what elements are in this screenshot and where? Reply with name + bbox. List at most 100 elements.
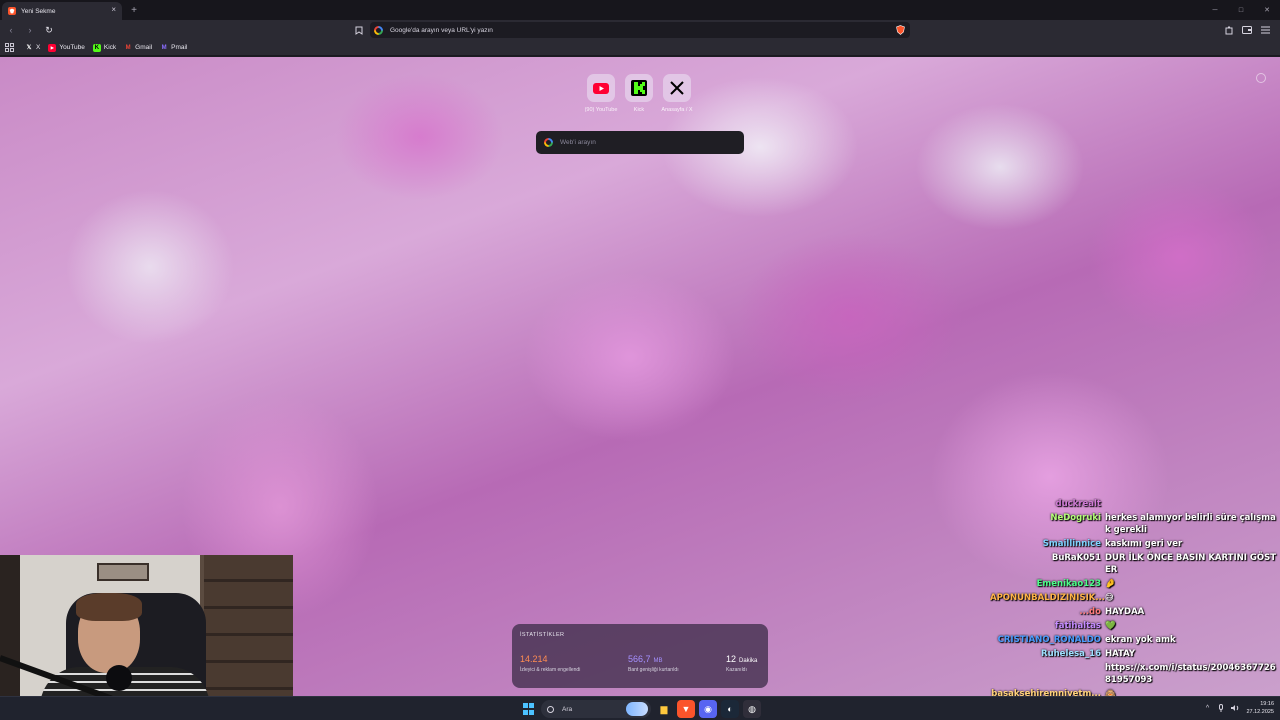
new-tab-button[interactable]: +: [126, 2, 142, 18]
minimize-button[interactable]: ─: [1202, 0, 1228, 20]
window-controls: ─ □ ✕: [1202, 0, 1280, 20]
chat-text: ekran yok amk: [1105, 635, 1176, 645]
chat-text: 💚: [1105, 621, 1116, 631]
close-tab-icon[interactable]: ×: [111, 6, 116, 14]
google-icon: [374, 25, 383, 35]
chat-message: fatihaltas 💚: [990, 620, 1280, 632]
kick-icon: K: [92, 43, 101, 52]
wallet-icon[interactable]: [1238, 22, 1256, 38]
shortcut-label: Anasayfa / X: [661, 107, 693, 113]
back-button[interactable]: ‹: [3, 22, 19, 38]
bookmark-label: X: [36, 44, 41, 51]
search-icon: [547, 705, 554, 713]
maximize-button[interactable]: □: [1228, 0, 1254, 20]
stat-time-saved: 12 Dakika Kazanıldı: [726, 654, 757, 673]
settings-gear-icon[interactable]: [1256, 73, 1266, 83]
close-window-button[interactable]: ✕: [1254, 0, 1280, 20]
stat-unit: Dakika: [739, 658, 758, 664]
file-explorer-icon[interactable]: ▆: [655, 700, 673, 718]
shortcut-kick[interactable]: Kick: [624, 74, 654, 113]
chat-message: duckrealt: [990, 498, 1280, 510]
chat-text: https://x.com/i/status/20046367726819570…: [1105, 663, 1276, 685]
browser-toolbar: ‹ › ↻ Google'da arayın veya URL'yi yazın: [0, 20, 1280, 40]
chat-username: APONUNBALDIZINISIK...: [990, 593, 1105, 603]
chat-username: NeDogruki: [1050, 513, 1101, 523]
obs-icon[interactable]: ◍: [743, 700, 761, 718]
apps-grid-icon[interactable]: [5, 42, 15, 53]
chat-username: [990, 662, 1105, 686]
system-tray: ^ 19:16 27.12.2025: [1200, 699, 1274, 717]
x-icon: [663, 74, 691, 102]
stat-value: 566,7: [628, 654, 651, 664]
bookmark-icon[interactable]: [352, 23, 366, 37]
steam-icon[interactable]: ◐: [721, 700, 739, 718]
address-bar-placeholder: Google'da arayın veya URL'yi yazın: [390, 26, 493, 34]
bookmark-youtube[interactable]: ▶ YouTube: [48, 43, 85, 52]
windows-taskbar: Ara ▆ ▼ ◉ ◐ ◍ ^ 19:16 27.12.2025: [0, 696, 1280, 720]
stat-description: İzleyici & reklam engellendi: [520, 667, 581, 673]
chat-message: Emenikao123 🤌: [990, 578, 1280, 590]
x-icon: 𝕏: [26, 45, 32, 51]
search-placeholder: Web'i arayın: [560, 139, 596, 146]
bookmark-x[interactable]: 𝕏 X: [25, 44, 41, 52]
chat-username: Ruhelesa_16: [1041, 649, 1101, 659]
wall-poster: [97, 563, 149, 581]
address-bar[interactable]: Google'da arayın veya URL'yi yazın: [370, 22, 910, 38]
chat-message: Ruhelesa_16 HATAY: [990, 648, 1280, 660]
bookmark-pmail[interactable]: M Pmail: [160, 44, 188, 52]
stat-bandwidth-saved: 566,7 MB Bant genişliği kurtarıldı: [628, 654, 726, 673]
shortcut-label: (90) YouTube: [584, 107, 618, 113]
bookmark-label: Gmail: [135, 44, 153, 51]
web-search-input[interactable]: Web'i arayın: [536, 131, 744, 154]
chevron-up-icon[interactable]: ^: [1200, 699, 1214, 717]
discord-icon[interactable]: ◉: [699, 700, 717, 718]
bookmark-label: Pmail: [171, 44, 188, 51]
stat-value: 12: [726, 654, 737, 664]
shortcut-x[interactable]: Anasayfa / X: [661, 74, 693, 113]
google-icon: [544, 138, 553, 147]
shortcut-label: Kick: [633, 107, 645, 113]
bookmark-label: Kick: [103, 44, 117, 51]
start-button[interactable]: [523, 703, 535, 715]
chat-text: herkes alamıyor belirli süre çalışmak ge…: [1105, 513, 1276, 535]
tab-title: Yeni Sekme: [21, 7, 56, 15]
bookmarks-bar: 𝕏 X ▶ YouTube K Kick M Gmail M Pmail: [0, 40, 1280, 56]
brave-browser-icon[interactable]: ▼: [677, 700, 695, 718]
chat-text: [1105, 498, 1280, 510]
top-sites: (90) YouTube Kick Anasayfa / X: [584, 74, 693, 113]
search-highlight-icon: [626, 702, 648, 716]
system-clock[interactable]: 19:16 27.12.2025: [1246, 700, 1274, 716]
chat-username: BuRaK051: [1051, 553, 1101, 563]
stat-description: Bant genişliği kurtarıldı: [628, 667, 679, 673]
clock-date: 27.12.2025: [1246, 709, 1274, 715]
chat-message: ...do HAYDAA: [990, 606, 1280, 618]
chat-username: Smaillinnice: [1042, 539, 1101, 549]
youtube-icon: [587, 74, 615, 102]
bookmark-kick[interactable]: K Kick: [92, 43, 117, 52]
microphone-icon[interactable]: [1214, 699, 1228, 717]
reload-button[interactable]: ↻: [41, 22, 57, 38]
menu-icon[interactable]: [1256, 22, 1274, 38]
chat-text: HAYDAA: [1105, 607, 1145, 617]
chat-text: 😅: [1105, 593, 1114, 603]
stats-heading: İSTATİSTİKLER: [520, 632, 565, 638]
stream-chat-overlay: duckrealt NeDogruki herkes alamıyor belirl…: [990, 498, 1280, 720]
chat-username: CRISTIANO_RONALDO: [997, 635, 1101, 645]
brave-shields-icon[interactable]: [894, 24, 906, 36]
extensions-icon[interactable]: [1220, 22, 1238, 38]
toolbar-actions: [1220, 22, 1274, 38]
proton-mail-icon: M: [161, 44, 167, 51]
tab-new-tab[interactable]: Yeni Sekme ×: [2, 2, 122, 20]
chat-text: kaskımı geri ver: [1105, 539, 1183, 549]
bookmark-gmail[interactable]: M Gmail: [124, 44, 152, 52]
shortcut-youtube[interactable]: (90) YouTube: [584, 74, 618, 113]
kick-icon: [625, 74, 653, 102]
chat-text: 🤌: [1105, 579, 1116, 589]
stat-description: Kazanıldı: [726, 667, 747, 673]
brave-icon: [8, 7, 16, 15]
taskbar-search[interactable]: Ara: [541, 700, 651, 718]
chat-message: BuRaK051 DUR İLK ÖNCE BASIN KARTINI GÖSTE…: [990, 552, 1280, 576]
forward-button[interactable]: ›: [22, 22, 38, 38]
streamer-hair: [76, 593, 142, 621]
speaker-icon[interactable]: [1228, 699, 1242, 717]
